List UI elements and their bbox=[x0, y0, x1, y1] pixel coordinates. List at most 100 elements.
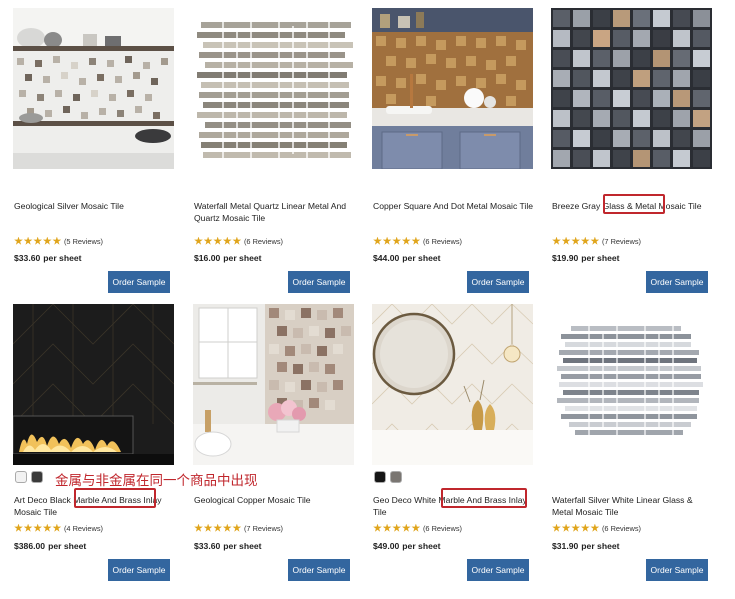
star-rating: (6 Reviews) bbox=[194, 236, 283, 246]
star-rating: (7 Reviews) bbox=[552, 236, 641, 246]
highlight-box bbox=[74, 488, 156, 508]
price-value: $33.60 bbox=[14, 253, 41, 263]
reviews-link[interactable]: (6 Reviews) bbox=[244, 237, 283, 246]
product-image[interactable] bbox=[551, 304, 712, 465]
star-icon bbox=[203, 236, 213, 245]
star-rating: (4 Reviews) bbox=[14, 523, 103, 533]
star-rating: (6 Reviews) bbox=[373, 236, 462, 246]
star-icon bbox=[213, 236, 223, 245]
price: $49.00 per sheet bbox=[373, 541, 441, 551]
price-value: $16.00 bbox=[194, 253, 221, 263]
product-image[interactable] bbox=[193, 304, 354, 465]
order-sample-button[interactable]: Order Sample bbox=[108, 559, 170, 581]
price: $33.60 per sheet bbox=[194, 541, 262, 551]
product-card[interactable]: Geological Silver Mosaic Tile (5 Reviews… bbox=[13, 8, 178, 293]
star-rating: (5 Reviews) bbox=[14, 236, 103, 246]
product-card[interactable]: Art Deco Black Marble And Brass Inlay Mo… bbox=[13, 304, 178, 584]
order-sample-button[interactable]: Order Sample bbox=[646, 271, 708, 293]
star-icon bbox=[23, 236, 33, 245]
star-icon bbox=[33, 523, 43, 532]
product-image[interactable] bbox=[372, 304, 533, 465]
star-rating: (6 Reviews) bbox=[552, 523, 641, 533]
product-image[interactable] bbox=[551, 8, 712, 169]
annotation-text: 金属与非金属在同一个商品中出现 bbox=[55, 473, 258, 489]
star-icon bbox=[411, 236, 421, 245]
star-icon bbox=[561, 523, 571, 532]
highlight-box bbox=[603, 194, 665, 214]
color-swatch[interactable] bbox=[390, 471, 402, 483]
star-icon bbox=[373, 236, 382, 245]
product-card[interactable]: Copper Square And Dot Metal Mosaic Tile … bbox=[372, 8, 537, 293]
reviews-link[interactable]: (5 Reviews) bbox=[64, 237, 103, 246]
star-icon bbox=[14, 523, 23, 532]
star-icon bbox=[552, 236, 561, 245]
product-card[interactable]: Waterfall Silver White Linear Glass & Me… bbox=[551, 304, 716, 584]
star-icon bbox=[590, 236, 600, 245]
reviews-link[interactable]: (6 Reviews) bbox=[423, 237, 462, 246]
order-sample-button[interactable]: Order Sample bbox=[288, 271, 350, 293]
product-title[interactable]: Waterfall Silver White Linear Glass & Me… bbox=[552, 494, 714, 518]
price: $33.60 per sheet bbox=[14, 253, 82, 263]
product-image[interactable] bbox=[193, 8, 354, 169]
product-title[interactable]: Copper Square And Dot Metal Mosaic Tile bbox=[373, 200, 535, 212]
star-icon bbox=[203, 523, 213, 532]
reviews-link[interactable]: (4 Reviews) bbox=[64, 524, 103, 533]
price: $31.90 per sheet bbox=[552, 541, 620, 551]
product-image[interactable] bbox=[13, 8, 174, 169]
reviews-link[interactable]: (6 Reviews) bbox=[423, 524, 462, 533]
product-card[interactable]: Geological Copper Mosaic Tile (7 Reviews… bbox=[193, 304, 358, 584]
price: $16.00 per sheet bbox=[194, 253, 262, 263]
reviews-link[interactable]: (7 Reviews) bbox=[244, 524, 283, 533]
star-icon bbox=[14, 236, 23, 245]
star-rating: (7 Reviews) bbox=[194, 523, 283, 533]
star-icon bbox=[571, 523, 581, 532]
star-icon bbox=[382, 236, 392, 245]
star-icon bbox=[580, 236, 590, 245]
order-sample-button[interactable]: Order Sample bbox=[467, 559, 529, 581]
price-value: $44.00 bbox=[373, 253, 400, 263]
product-image[interactable] bbox=[13, 304, 174, 465]
price-value: $19.90 bbox=[552, 253, 579, 263]
star-icon bbox=[411, 523, 421, 532]
star-icon bbox=[382, 523, 392, 532]
star-icon bbox=[232, 523, 242, 532]
color-swatch[interactable] bbox=[31, 471, 43, 483]
price-unit: per sheet bbox=[43, 253, 82, 263]
price-unit: per sheet bbox=[402, 253, 441, 263]
order-sample-button[interactable]: Order Sample bbox=[646, 559, 708, 581]
star-icon bbox=[213, 523, 223, 532]
star-icon bbox=[401, 523, 411, 532]
price-unit: per sheet bbox=[223, 253, 262, 263]
product-card[interactable]: Waterfall Metal Quartz Linear Metal And … bbox=[193, 8, 358, 293]
star-icon bbox=[222, 236, 232, 245]
product-image[interactable] bbox=[372, 8, 533, 169]
price-unit: per sheet bbox=[581, 253, 620, 263]
star-icon bbox=[571, 236, 581, 245]
reviews-link[interactable]: (7 Reviews) bbox=[602, 237, 641, 246]
product-card[interactable]: Geo Deco White Marble And Brass Inlay Ti… bbox=[372, 304, 537, 584]
price-value: $31.90 bbox=[552, 541, 579, 551]
product-title[interactable]: Geological Copper Mosaic Tile bbox=[194, 494, 356, 506]
star-icon bbox=[42, 523, 52, 532]
product-card[interactable]: Breeze Gray Glass & Metal Mosaic Tile (7… bbox=[551, 8, 716, 293]
star-icon bbox=[232, 236, 242, 245]
order-sample-button[interactable]: Order Sample bbox=[467, 271, 529, 293]
color-swatch[interactable] bbox=[374, 471, 386, 483]
price: $386.00 per sheet bbox=[14, 541, 86, 551]
star-icon bbox=[33, 236, 43, 245]
price: $19.90 per sheet bbox=[552, 253, 620, 263]
star-icon bbox=[392, 236, 402, 245]
star-icon bbox=[392, 523, 402, 532]
order-sample-button[interactable]: Order Sample bbox=[108, 271, 170, 293]
price: $44.00 per sheet bbox=[373, 253, 441, 263]
star-icon bbox=[52, 236, 62, 245]
star-icon bbox=[42, 236, 52, 245]
price-unit: per sheet bbox=[48, 541, 87, 551]
product-title[interactable]: Waterfall Metal Quartz Linear Metal And … bbox=[194, 200, 356, 224]
star-icon bbox=[401, 236, 411, 245]
order-sample-button[interactable]: Order Sample bbox=[288, 559, 350, 581]
reviews-link[interactable]: (6 Reviews) bbox=[602, 524, 641, 533]
product-title[interactable]: Geological Silver Mosaic Tile bbox=[14, 200, 176, 212]
color-swatch[interactable] bbox=[15, 471, 27, 483]
star-icon bbox=[580, 523, 590, 532]
